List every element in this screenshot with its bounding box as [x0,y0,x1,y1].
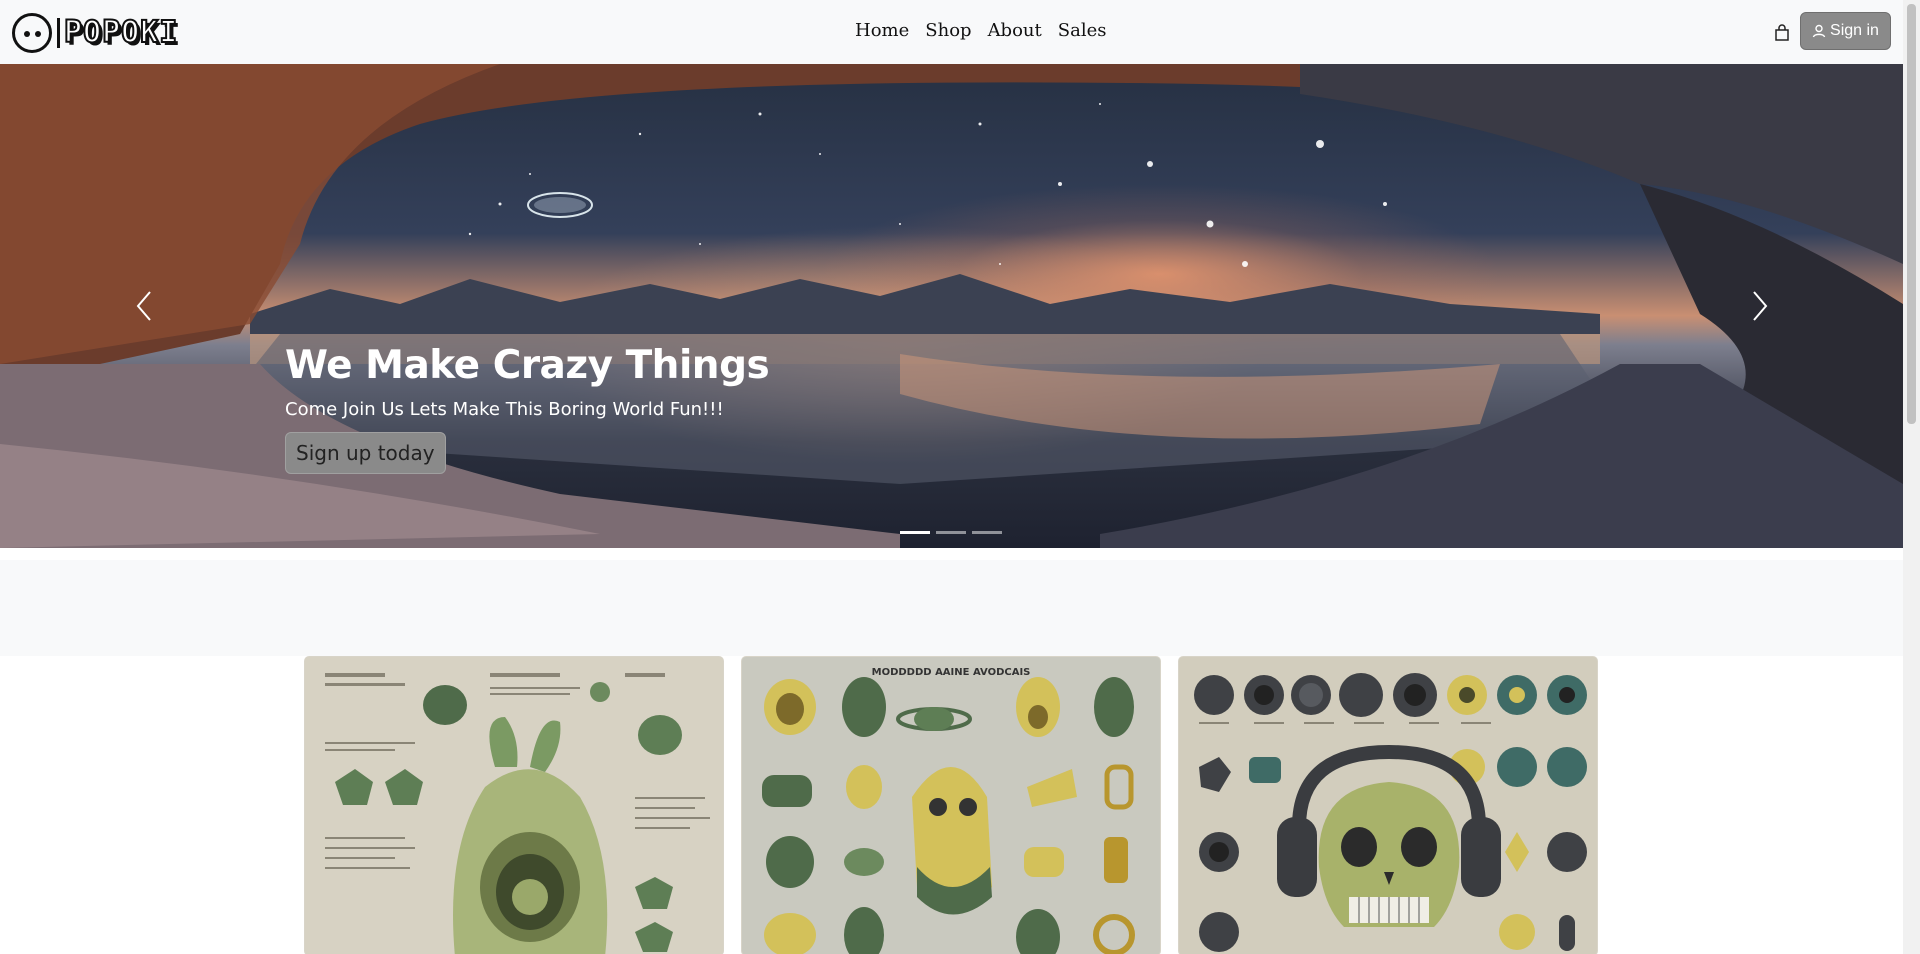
signup-button[interactable]: Sign up today [285,432,446,474]
brand-logo[interactable]: POPOKI [12,13,178,53]
hero-subtitle: Come Join Us Lets Make This Boring World… [285,399,724,420]
skull-headphones-illustration [1194,673,1587,952]
brand-name: POPOKI [63,15,179,50]
carousel-indicators [900,531,1002,534]
chevron-left-icon [136,291,151,321]
logo-face-icon [12,13,52,53]
hero-caption: We Make Crazy Things Come Join Us Lets M… [285,342,770,474]
hero-background-image [0,64,1903,548]
navbar: POPOKI Home Shop About Sales Sign in [0,0,1903,64]
hero-carousel: We Make Crazy Things Come Join Us Lets M… [0,64,1903,548]
carousel-indicator-3[interactable] [972,531,1002,534]
product-card-2[interactable]: MODDDDD AAINE AVODCAIS [741,656,1161,954]
nav-about[interactable]: About [988,19,1042,43]
main-nav: Home Shop About Sales [855,19,1106,43]
signin-button[interactable]: Sign in [1800,12,1891,50]
carousel-indicator-2[interactable] [936,531,966,534]
user-icon [1812,24,1826,38]
shopping-bag-icon[interactable] [1774,24,1790,42]
avocado-backpack-illustration [325,673,710,954]
carousel-indicator-1[interactable] [900,531,930,534]
hero-title: We Make Crazy Things [285,343,770,388]
signin-label: Sign in [1830,22,1879,39]
carousel-next-button[interactable] [1740,286,1780,326]
nav-shop[interactable]: Shop [925,19,971,43]
nav-sales[interactable]: Sales [1058,19,1107,43]
carousel-prev-button[interactable] [124,286,164,326]
product-card-3[interactable] [1178,656,1598,954]
nav-home[interactable]: Home [855,19,909,43]
avocado-gadgets-illustration [762,677,1135,954]
product-card-1[interactable] [304,656,724,954]
chevron-right-icon [1753,291,1768,321]
card-2-title: MODDDDD AAINE AVODCAIS [871,667,1031,678]
page-scrollbar[interactable] [1903,0,1920,954]
featured-products: MODDDDD AAINE AVODCAIS [304,656,1598,954]
section-spacer [0,560,1903,656]
scrollbar-thumb[interactable] [1907,4,1916,424]
